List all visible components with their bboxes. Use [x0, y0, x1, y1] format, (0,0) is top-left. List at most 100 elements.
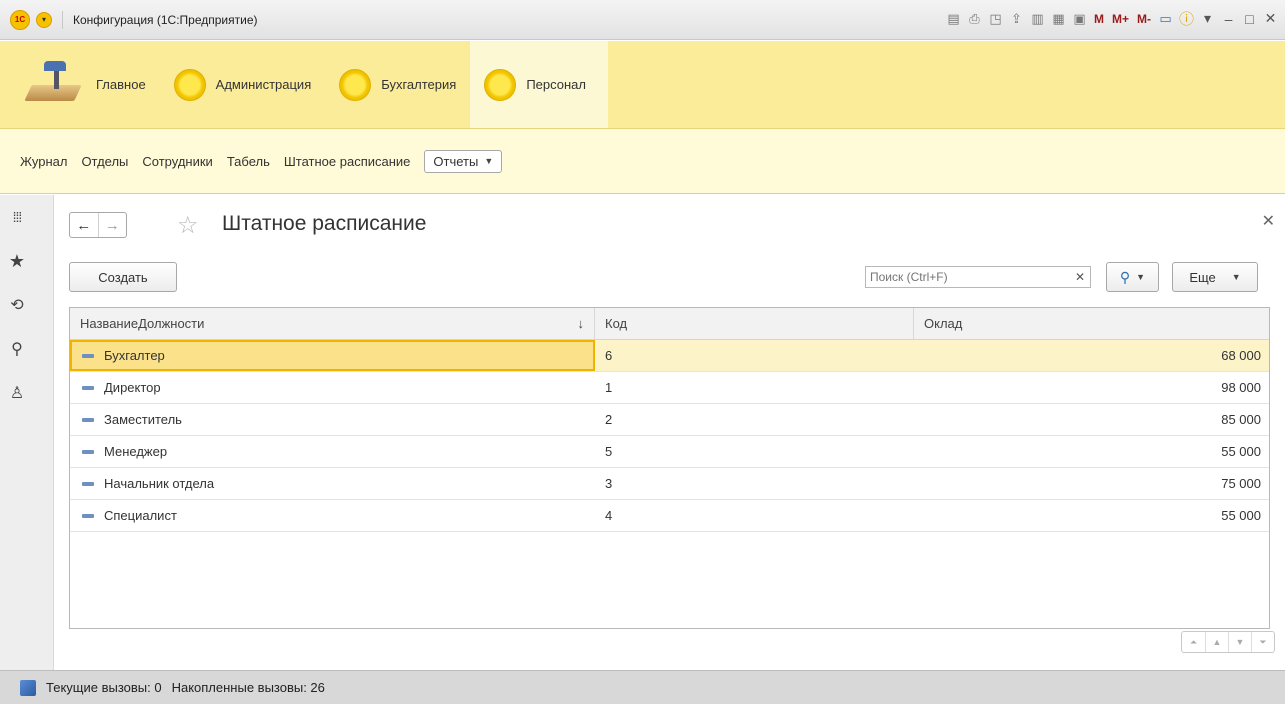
panels-icon[interactable]: ▭: [1157, 10, 1174, 27]
chevron-down-icon: ▼: [1136, 272, 1146, 282]
scroll-up-icon[interactable]: ▲: [1205, 632, 1228, 652]
table-row[interactable]: Бухгалтер 6 68 000: [70, 340, 1269, 372]
close-form-icon[interactable]: ✕: [1262, 211, 1275, 231]
cell-salary: 85 000: [1221, 412, 1261, 427]
element-marker-icon: [82, 353, 94, 358]
apps-grid-icon[interactable]: ⁞⁞⁞: [0, 195, 44, 239]
table-row[interactable]: Директор 1 98 000: [70, 372, 1269, 404]
scroll-down-icon[interactable]: ▼: [1228, 632, 1251, 652]
cell-salary: 55 000: [1221, 508, 1261, 523]
current-calls: Текущие вызовы: 0: [46, 680, 162, 695]
favorites-star-icon[interactable]: ★: [0, 239, 44, 283]
table-pager: ⏶ ▲ ▼ ⏷: [1181, 631, 1275, 653]
history-icon[interactable]: ⟲: [0, 283, 44, 327]
chevron-down-icon: ▼: [484, 156, 494, 166]
cell-salary: 98 000: [1221, 380, 1261, 395]
memory-m-button[interactable]: M: [1092, 10, 1106, 27]
minimize-icon[interactable]: ▾: [1199, 10, 1216, 27]
desk-lamp-icon: [24, 59, 86, 111]
back-arrow-icon[interactable]: ←: [70, 213, 98, 237]
coin-icon: [173, 68, 206, 101]
cell-position: Менеджер: [70, 436, 595, 467]
nav-link-departments[interactable]: Отделы: [81, 154, 128, 169]
cell-position: Специалист: [70, 500, 595, 531]
cell-code: 3: [605, 476, 613, 491]
element-marker-icon: [82, 513, 94, 518]
page-title: Штатное расписание: [222, 212, 427, 235]
cell-salary: 55 000: [1221, 444, 1261, 459]
cell-code: 2: [605, 412, 613, 427]
nav-link-timesheet[interactable]: Табель: [227, 154, 270, 169]
add-to-favorites-star-icon[interactable]: ☆: [177, 211, 199, 240]
reports-dropdown[interactable]: Отчеты ▼: [424, 149, 503, 173]
scroll-to-bottom-icon[interactable]: ⏷: [1251, 632, 1274, 652]
cell-position: Директор: [70, 372, 595, 403]
column-header-code[interactable]: Код: [595, 308, 914, 339]
memory-m-plus-button[interactable]: M+: [1110, 10, 1131, 27]
cell-salary: 68 000: [1221, 348, 1261, 363]
clear-search-icon[interactable]: ✕: [1075, 270, 1085, 284]
magnifier-icon: ⚲: [1119, 268, 1131, 285]
cell-code: 5: [605, 444, 613, 459]
section-personnel[interactable]: Персонал: [470, 41, 609, 128]
cell-code: 1: [605, 380, 613, 395]
table-row[interactable]: Менеджер 5 55 000: [70, 436, 1269, 468]
nav-link-employees[interactable]: Сотрудники: [142, 154, 212, 169]
section-accounting[interactable]: Бухгалтерия: [325, 41, 470, 128]
upload-icon[interactable]: ⇪: [1008, 10, 1025, 27]
memory-m-minus-button[interactable]: M-: [1135, 10, 1153, 27]
column-header-salary[interactable]: Оклад: [914, 308, 1269, 339]
search-input[interactable]: [870, 270, 1070, 284]
nav-link-journal[interactable]: Журнал: [20, 154, 67, 169]
coin-icon: [484, 68, 517, 101]
scroll-to-top-icon[interactable]: ⏶: [1182, 632, 1205, 652]
cell-code: 6: [605, 348, 613, 363]
minimize-window-icon[interactable]: –: [1220, 10, 1237, 27]
coin-icon: [339, 68, 372, 101]
nav-link-staffing[interactable]: Штатное расписание: [284, 154, 411, 169]
element-marker-icon: [82, 385, 94, 390]
cell-position: Начальник отдела: [70, 468, 595, 499]
left-panel: ⁞⁞⁞ ★ ⟲ ⚲ ♙: [0, 195, 54, 670]
table-row[interactable]: Специалист 4 55 000: [70, 500, 1269, 532]
window-title: Конфигурация (1С:Предприятие): [73, 12, 258, 27]
table-row[interactable]: Заместитель 2 85 000: [70, 404, 1269, 436]
search-button[interactable]: ⚲ ▼: [1106, 262, 1159, 292]
section-label: Главное: [96, 77, 146, 92]
forward-arrow-icon[interactable]: →: [97, 213, 127, 237]
print-dialog-icon[interactable]: ▥: [1029, 10, 1046, 27]
calendar-icon[interactable]: ▣: [1071, 10, 1088, 27]
cell-position: Бухгалтер: [70, 340, 595, 371]
search-field[interactable]: ✕: [865, 266, 1091, 288]
main-menu-dropdown-icon[interactable]: ▾: [36, 11, 52, 28]
save-icon[interactable]: ▤: [945, 10, 962, 27]
title-bar: 1С ▾ Конфигурация (1С:Предприятие) ▤ ⎙ ◳…: [0, 0, 1285, 40]
reports-label: Отчеты: [433, 153, 479, 169]
print-icon[interactable]: ⎙: [966, 10, 983, 27]
section-nav-bar: Журнал Отделы Сотрудники Табель Штатное …: [0, 129, 1285, 194]
server-calls-icon[interactable]: [20, 679, 36, 696]
column-header-position[interactable]: НазваниеДолжности ↓: [70, 308, 595, 339]
notifications-bell-icon[interactable]: ♙: [0, 371, 44, 415]
table-row[interactable]: Начальник отдела 3 75 000: [70, 468, 1269, 500]
search-icon[interactable]: ⚲: [0, 327, 44, 371]
section-administration[interactable]: Администрация: [160, 41, 326, 128]
element-marker-icon: [82, 481, 94, 486]
info-icon[interactable]: ⓘ: [1178, 10, 1195, 28]
cell-position: Заместитель: [70, 404, 595, 435]
cell-code: 4: [605, 508, 613, 523]
calculator-icon[interactable]: ▦: [1050, 10, 1067, 27]
close-window-icon[interactable]: ✕: [1262, 10, 1279, 27]
more-button[interactable]: Еще ▼: [1172, 262, 1258, 292]
table-header: НазваниеДолжности ↓ Код Оклад: [70, 308, 1269, 340]
restore-window-icon[interactable]: □: [1241, 10, 1258, 27]
app-logo-icon[interactable]: 1С: [10, 9, 30, 30]
element-marker-icon: [82, 449, 94, 454]
create-button[interactable]: Создать: [69, 262, 177, 292]
section-label: Бухгалтерия: [381, 77, 457, 92]
status-bar: Текущие вызовы: 0 Накопленные вызовы: 26: [0, 670, 1285, 704]
preview-icon[interactable]: ◳: [987, 10, 1004, 27]
title-tools: ▤ ⎙ ◳ ⇪ ▥ ▦ ▣ M M+ M- ▭ ⓘ ▾ – □ ✕: [945, 10, 1279, 28]
section-main[interactable]: Главное: [0, 41, 160, 128]
section-label: Персонал: [526, 77, 587, 92]
